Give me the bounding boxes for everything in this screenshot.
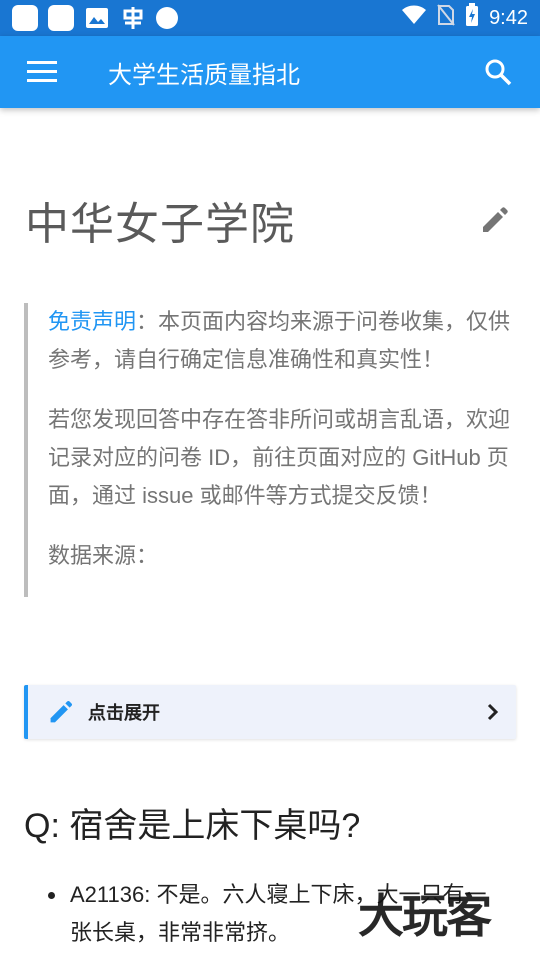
app-square-icon	[48, 5, 74, 31]
disclaimer-highlight: 免责声明	[48, 309, 137, 334]
image-icon	[84, 5, 110, 31]
page-title-row: 中华女子学院	[25, 188, 515, 252]
app-logo-icon	[120, 5, 146, 31]
app-title: 大学生活质量指北	[108, 61, 300, 89]
status-left-icons	[12, 5, 178, 31]
no-sim-icon	[437, 4, 455, 32]
watermark-logo: 大玩客	[358, 889, 492, 943]
disclaimer-paragraph-2: 若您发现回答中存在答非所问或胡言乱语，欢迎记录对应的问卷 ID，前往页面对应的 …	[48, 407, 511, 508]
pencil-icon	[50, 700, 73, 723]
question-heading: Q: 宿舍是上床下桌吗?	[24, 798, 360, 847]
status-time: 9:42	[489, 6, 528, 29]
menu-icon	[27, 61, 57, 82]
chevron-right-icon	[487, 703, 499, 721]
app-square-icon	[12, 5, 38, 31]
menu-button[interactable]	[0, 36, 84, 108]
page-title: 中华女子学院	[25, 200, 295, 249]
disclaimer-quote: 免责声明：本页面内容均来源于问卷收集，仅供参考，请自行确定信息准确性和真实性！ …	[24, 303, 516, 597]
expand-label: 点击展开	[88, 703, 160, 723]
pencil-icon	[483, 207, 508, 232]
edit-page-button[interactable]	[475, 200, 515, 240]
disclaimer-paragraph-1: 免责声明：本页面内容均来源于问卷收集，仅供参考，请自行确定信息准确性和真实性！	[48, 303, 516, 379]
wifi-icon	[401, 5, 427, 31]
expand-toggle[interactable]: 点击展开	[24, 685, 516, 739]
status-bar: 9:42	[0, 0, 540, 36]
search-icon	[485, 59, 512, 86]
circle-icon	[156, 7, 178, 29]
search-button[interactable]	[456, 36, 540, 108]
question-prefix: Q:	[24, 807, 60, 845]
app-bar: 大学生活质量指北	[0, 36, 540, 108]
battery-charging-icon	[465, 3, 479, 33]
status-right: 9:42	[401, 3, 528, 33]
data-source-label: 数据来源：	[48, 543, 159, 568]
question-text: 宿舍是上床下桌吗?	[59, 807, 361, 845]
